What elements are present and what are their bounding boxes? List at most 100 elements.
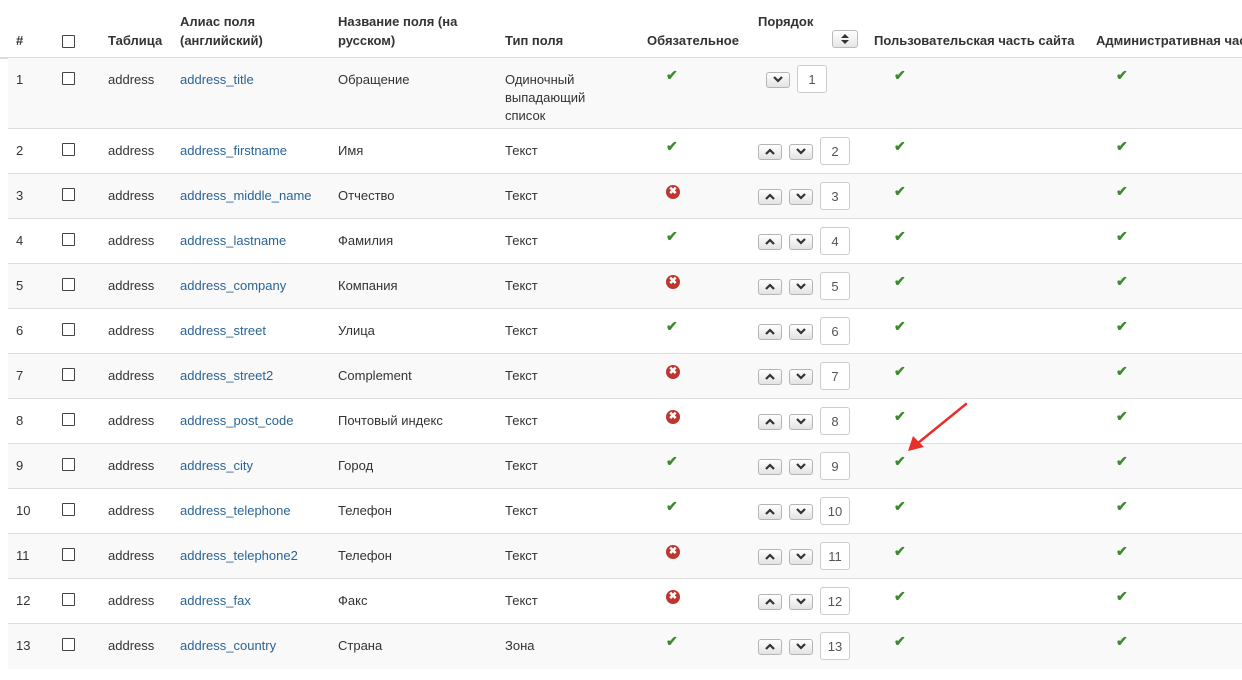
field-alias-link[interactable]: address_title [180, 71, 254, 89]
admin-check-icon[interactable]: ✔ [1116, 633, 1128, 649]
required-check-icon[interactable]: ✔ [666, 318, 678, 334]
field-alias-link[interactable]: address_company [180, 277, 286, 295]
save-order-button[interactable] [832, 30, 858, 48]
frontend-check-icon[interactable]: ✔ [894, 498, 906, 514]
frontend-check-icon[interactable]: ✔ [894, 318, 906, 334]
required-cross-circle-icon[interactable]: ✖ [666, 545, 680, 559]
column-header-frontend[interactable]: Пользовательская часть сайта [874, 31, 1075, 50]
move-down-button[interactable] [789, 639, 813, 655]
move-down-button[interactable] [789, 504, 813, 520]
move-down-button[interactable] [789, 414, 813, 430]
frontend-check-icon[interactable]: ✔ [894, 363, 906, 379]
field-alias-link[interactable]: address_fax [180, 592, 251, 610]
required-check-icon[interactable]: ✔ [666, 633, 678, 649]
row-checkbox[interactable] [62, 458, 75, 471]
column-header-type[interactable]: Тип поля [505, 31, 563, 50]
field-alias-link[interactable]: address_middle_name [180, 187, 312, 205]
admin-check-icon[interactable]: ✔ [1116, 588, 1128, 604]
move-down-button[interactable] [789, 234, 813, 250]
admin-check-icon[interactable]: ✔ [1116, 67, 1128, 83]
move-up-button[interactable] [758, 189, 782, 205]
move-down-button[interactable] [789, 324, 813, 340]
row-checkbox[interactable] [62, 638, 75, 651]
frontend-check-icon[interactable]: ✔ [894, 543, 906, 559]
move-up-button[interactable] [758, 324, 782, 340]
move-up-button[interactable] [758, 549, 782, 565]
column-header-order[interactable]: Порядок [758, 12, 813, 31]
column-header-table[interactable]: Таблица [108, 31, 162, 50]
admin-check-icon[interactable]: ✔ [1116, 318, 1128, 334]
frontend-check-icon[interactable]: ✔ [894, 228, 906, 244]
admin-check-icon[interactable]: ✔ [1116, 273, 1128, 289]
move-up-button[interactable] [758, 144, 782, 160]
required-cross-circle-icon[interactable]: ✖ [666, 410, 680, 424]
column-header-admin[interactable]: Административная час [1096, 31, 1242, 50]
order-input[interactable]: 7 [820, 362, 850, 390]
move-up-button[interactable] [758, 504, 782, 520]
field-alias-link[interactable]: address_telephone2 [180, 547, 298, 565]
move-down-button[interactable] [789, 594, 813, 610]
move-down-button[interactable] [789, 549, 813, 565]
required-check-icon[interactable]: ✔ [666, 453, 678, 469]
field-alias-link[interactable]: address_telephone [180, 502, 291, 520]
row-checkbox[interactable] [62, 278, 75, 291]
required-check-icon[interactable]: ✔ [666, 67, 678, 83]
move-up-button[interactable] [758, 369, 782, 385]
move-up-button[interactable] [758, 594, 782, 610]
frontend-check-icon[interactable]: ✔ [894, 183, 906, 199]
row-checkbox[interactable] [62, 188, 75, 201]
row-checkbox[interactable] [62, 233, 75, 246]
field-alias-link[interactable]: address_post_code [180, 412, 293, 430]
admin-check-icon[interactable]: ✔ [1116, 228, 1128, 244]
admin-check-icon[interactable]: ✔ [1116, 498, 1128, 514]
admin-check-icon[interactable]: ✔ [1116, 543, 1128, 559]
order-input[interactable]: 2 [820, 137, 850, 165]
order-input[interactable]: 5 [820, 272, 850, 300]
row-checkbox[interactable] [62, 548, 75, 561]
row-checkbox[interactable] [62, 72, 75, 85]
field-alias-link[interactable]: address_firstname [180, 142, 287, 160]
move-up-button[interactable] [758, 414, 782, 430]
order-input[interactable]: 1 [797, 65, 827, 93]
field-alias-link[interactable]: address_street2 [180, 367, 273, 385]
required-cross-circle-icon[interactable]: ✖ [666, 275, 680, 289]
order-input[interactable]: 4 [820, 227, 850, 255]
order-input[interactable]: 6 [820, 317, 850, 345]
frontend-check-icon[interactable]: ✔ [894, 588, 906, 604]
order-input[interactable]: 9 [820, 452, 850, 480]
admin-check-icon[interactable]: ✔ [1116, 183, 1128, 199]
field-alias-link[interactable]: address_country [180, 637, 276, 655]
frontend-check-icon[interactable]: ✔ [894, 67, 906, 83]
column-header-required[interactable]: Обязательное [647, 31, 739, 50]
order-input[interactable]: 10 [820, 497, 850, 525]
row-checkbox[interactable] [62, 368, 75, 381]
field-alias-link[interactable]: address_street [180, 322, 266, 340]
row-checkbox[interactable] [62, 593, 75, 606]
move-down-button[interactable] [789, 459, 813, 475]
admin-check-icon[interactable]: ✔ [1116, 408, 1128, 424]
column-header-number[interactable]: # [16, 31, 23, 50]
admin-check-icon[interactable]: ✔ [1116, 363, 1128, 379]
move-down-button[interactable] [789, 279, 813, 295]
admin-check-icon[interactable]: ✔ [1116, 138, 1128, 154]
move-up-button[interactable] [758, 459, 782, 475]
row-checkbox[interactable] [62, 143, 75, 156]
column-header-name[interactable]: Название поля (на русском) [338, 12, 457, 50]
row-checkbox[interactable] [62, 323, 75, 336]
order-input[interactable]: 11 [820, 542, 850, 570]
frontend-check-icon[interactable]: ✔ [894, 633, 906, 649]
required-check-icon[interactable]: ✔ [666, 138, 678, 154]
order-input[interactable]: 12 [820, 587, 850, 615]
frontend-check-icon[interactable]: ✔ [894, 273, 906, 289]
row-checkbox[interactable] [62, 503, 75, 516]
move-up-button[interactable] [758, 279, 782, 295]
required-cross-circle-icon[interactable]: ✖ [666, 590, 680, 604]
admin-check-icon[interactable]: ✔ [1116, 453, 1128, 469]
move-down-button[interactable] [789, 189, 813, 205]
order-input[interactable]: 8 [820, 407, 850, 435]
column-header-alias[interactable]: Алиас поля (английский) [180, 12, 263, 50]
required-check-icon[interactable]: ✔ [666, 228, 678, 244]
required-cross-circle-icon[interactable]: ✖ [666, 365, 680, 379]
select-all-checkbox[interactable] [62, 35, 75, 48]
move-up-button[interactable] [758, 234, 782, 250]
